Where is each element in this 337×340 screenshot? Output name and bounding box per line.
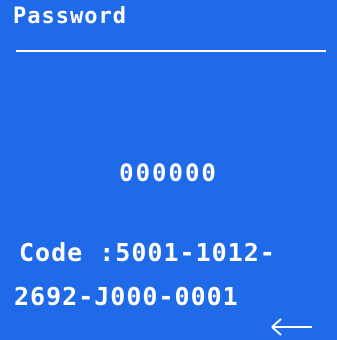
code-line-2: 2692-J000-0001	[14, 282, 239, 311]
screen-title: Password	[13, 4, 127, 29]
left-arrow-icon	[271, 318, 312, 336]
title-divider	[16, 50, 326, 52]
password-screen: Password 000000 Code :5001-1012- 2692-J0…	[0, 0, 337, 340]
code-line-1: Code :5001-1012-	[19, 238, 276, 267]
password-value[interactable]: 000000	[0, 158, 337, 188]
back-button[interactable]	[268, 316, 314, 338]
